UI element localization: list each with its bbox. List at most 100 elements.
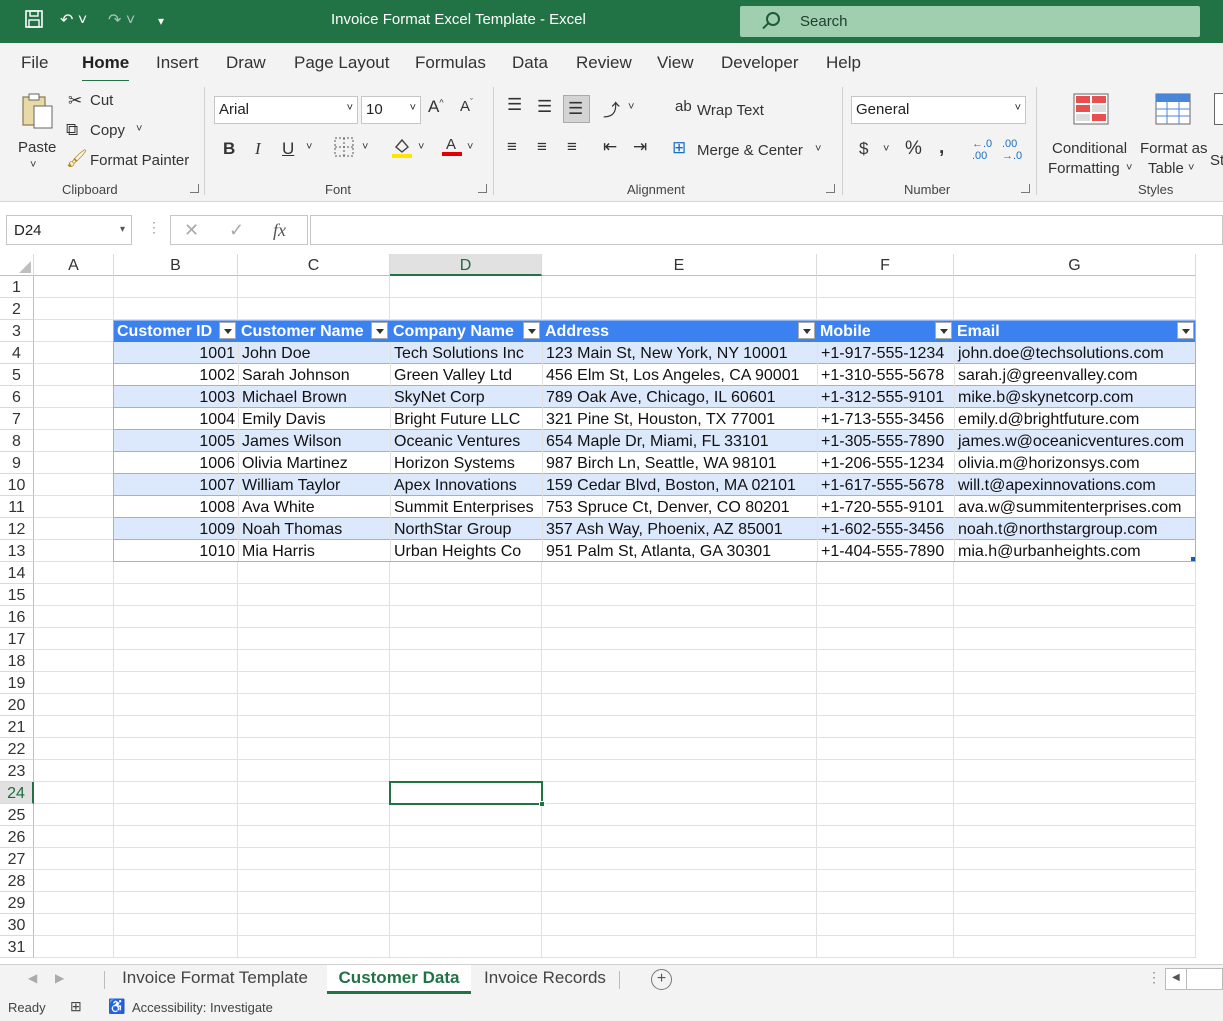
table-cell-address[interactable]: 456 Elm St, Los Angeles, CA 90001 bbox=[542, 364, 817, 386]
table-header-customer-id[interactable]: Customer ID bbox=[114, 320, 238, 342]
underline-dropdown-icon[interactable]: ˅ bbox=[306, 141, 312, 153]
font-size-dropdown[interactable]: 10 ˅ bbox=[361, 96, 421, 124]
row-header-20[interactable]: 20 bbox=[0, 694, 34, 716]
table-cell-address[interactable]: 159 Cedar Blvd, Boston, MA 02101 bbox=[542, 474, 817, 496]
table-cell-customer-name[interactable]: Mia Harris bbox=[238, 540, 390, 562]
table-cell-customer-name[interactable]: Emily Davis bbox=[238, 408, 390, 430]
save-icon[interactable] bbox=[24, 9, 44, 34]
row-header-28[interactable]: 28 bbox=[0, 870, 34, 892]
copy-dropdown-icon[interactable]: ˅ bbox=[136, 123, 142, 135]
column-header-a[interactable]: A bbox=[34, 254, 114, 276]
format-painter-button[interactable]: Format Painter bbox=[90, 152, 189, 169]
comma-style-icon[interactable]: , bbox=[939, 137, 944, 159]
row-header-13[interactable]: 13 bbox=[0, 540, 34, 562]
row-header-12[interactable]: 12 bbox=[0, 518, 34, 540]
name-box[interactable]: D24 ▾ bbox=[6, 215, 132, 245]
increase-decimal-icon[interactable]: ←.0.00 bbox=[972, 138, 992, 162]
redo-icon[interactable]: ↷ ˅ bbox=[108, 10, 135, 30]
table-cell-company-name[interactable]: Oceanic Ventures bbox=[390, 430, 542, 452]
orientation-icon[interactable]: ⤴ bbox=[603, 96, 620, 121]
table-resize-handle[interactable] bbox=[1191, 557, 1195, 561]
underline-icon[interactable]: U bbox=[282, 139, 294, 159]
table-cell-mobile[interactable]: +1-602-555-3456 bbox=[817, 518, 954, 540]
table-cell-customer-id[interactable]: 1008 bbox=[114, 496, 238, 518]
currency-dropdown-icon[interactable]: ˅ bbox=[883, 143, 889, 155]
decrease-decimal-icon[interactable]: .00 →.0 bbox=[1002, 138, 1022, 162]
row-header-24[interactable]: 24 bbox=[0, 782, 34, 804]
fill-color-dropdown-icon[interactable]: ˅ bbox=[418, 141, 424, 153]
increase-font-size-icon[interactable]: A^ bbox=[428, 97, 444, 117]
table-cell-email[interactable]: ava.w@summitenterprises.com bbox=[954, 496, 1196, 518]
row-header-7[interactable]: 7 bbox=[0, 408, 34, 430]
currency-icon[interactable]: $ bbox=[859, 139, 868, 159]
row-header-11[interactable]: 11 bbox=[0, 496, 34, 518]
row-header-25[interactable]: 25 bbox=[0, 804, 34, 826]
font-color-icon[interactable]: A bbox=[442, 135, 462, 162]
table-cell-company-name[interactable]: Apex Innovations bbox=[390, 474, 542, 496]
copy-button[interactable]: Copy bbox=[90, 122, 125, 139]
fill-color-icon[interactable] bbox=[392, 137, 412, 164]
decrease-indent-icon[interactable]: ⇤ bbox=[603, 137, 617, 157]
filter-dropdown-icon[interactable] bbox=[371, 322, 388, 339]
enter-icon[interactable]: ✓ bbox=[229, 220, 244, 241]
scroll-tabs-left-icon[interactable]: ◀ bbox=[28, 971, 37, 985]
merge-dropdown-icon[interactable]: ˅ bbox=[815, 143, 821, 155]
font-name-dropdown[interactable]: Arial ˅ bbox=[214, 96, 358, 124]
table-cell-address[interactable]: 789 Oak Ave, Chicago, IL 60601 bbox=[542, 386, 817, 408]
table-cell-company-name[interactable]: Summit Enterprises bbox=[390, 496, 542, 518]
table-cell-address[interactable]: 951 Palm St, Atlanta, GA 30301 bbox=[542, 540, 817, 562]
table-cell-email[interactable]: noah.t@northstargroup.com bbox=[954, 518, 1196, 540]
table-cell-email[interactable]: emily.d@brightfuture.com bbox=[954, 408, 1196, 430]
row-header-10[interactable]: 10 bbox=[0, 474, 34, 496]
cell-styles-label[interactable]: St bbox=[1210, 152, 1223, 169]
table-cell-mobile[interactable]: +1-404-555-7890 bbox=[817, 540, 954, 562]
insert-function-icon[interactable]: fx bbox=[273, 220, 286, 241]
table-cell-customer-name[interactable]: Ava White bbox=[238, 496, 390, 518]
align-bottom-icon[interactable]: ☰ bbox=[563, 95, 590, 123]
sheet-tab-invoice-format-template[interactable]: Invoice Format Template bbox=[104, 965, 326, 994]
table-cell-address[interactable]: 654 Maple Dr, Miami, FL 33101 bbox=[542, 430, 817, 452]
align-right-icon[interactable]: ≡ bbox=[567, 137, 577, 157]
table-cell-customer-id[interactable]: 1003 bbox=[114, 386, 238, 408]
row-header-15[interactable]: 15 bbox=[0, 584, 34, 606]
table-cell-mobile[interactable]: +1-310-555-5678 bbox=[817, 364, 954, 386]
menu-draw[interactable]: Draw bbox=[226, 53, 266, 73]
add-sheet-icon[interactable]: + bbox=[651, 969, 672, 990]
menu-developer[interactable]: Developer bbox=[721, 53, 799, 73]
table-cell-company-name[interactable]: Urban Heights Co bbox=[390, 540, 542, 562]
table-cell-email[interactable]: james.w@oceanicventures.com bbox=[954, 430, 1196, 452]
table-cell-customer-name[interactable]: Sarah Johnson bbox=[238, 364, 390, 386]
scroll-tabs-right-icon[interactable]: ▶ bbox=[55, 971, 64, 985]
column-header-f[interactable]: F bbox=[817, 254, 954, 276]
row-header-23[interactable]: 23 bbox=[0, 760, 34, 782]
table-cell-company-name[interactable]: Horizon Systems bbox=[390, 452, 542, 474]
number-launcher-icon[interactable] bbox=[1021, 184, 1030, 193]
row-header-4[interactable]: 4 bbox=[0, 342, 34, 364]
borders-icon[interactable] bbox=[334, 137, 354, 162]
row-header-29[interactable]: 29 bbox=[0, 892, 34, 914]
column-header-c[interactable]: C bbox=[238, 254, 390, 276]
column-header-e[interactable]: E bbox=[542, 254, 817, 276]
table-cell-customer-name[interactable]: John Doe bbox=[238, 342, 390, 364]
align-middle-icon[interactable]: ☰ bbox=[537, 97, 552, 117]
customize-toolbar-icon[interactable]: ▾ bbox=[158, 14, 164, 28]
merge-center-button[interactable]: Merge & Center bbox=[697, 142, 803, 159]
filter-dropdown-icon[interactable] bbox=[935, 322, 952, 339]
menu-formulas[interactable]: Formulas bbox=[415, 53, 486, 73]
table-cell-customer-id[interactable]: 1009 bbox=[114, 518, 238, 540]
filter-dropdown-icon[interactable] bbox=[219, 322, 236, 339]
font-color-dropdown-icon[interactable]: ˅ bbox=[467, 141, 473, 153]
table-cell-customer-name[interactable]: Olivia Martinez bbox=[238, 452, 390, 474]
table-cell-email[interactable]: sarah.j@greenvalley.com bbox=[954, 364, 1196, 386]
row-header-6[interactable]: 6 bbox=[0, 386, 34, 408]
decrease-font-size-icon[interactable]: Aˇ bbox=[460, 97, 473, 115]
align-left-icon[interactable]: ≡ bbox=[507, 137, 517, 157]
italic-icon[interactable]: I bbox=[255, 139, 261, 159]
more-options-icon[interactable]: ⋮ bbox=[1147, 969, 1161, 986]
search-box[interactable]: Search bbox=[740, 6, 1200, 37]
table-header-mobile[interactable]: Mobile bbox=[817, 320, 954, 342]
increase-indent-icon[interactable]: ⇥ bbox=[633, 137, 647, 157]
row-header-3[interactable]: 3 bbox=[0, 320, 34, 342]
table-cell-address[interactable]: 321 Pine St, Houston, TX 77001 bbox=[542, 408, 817, 430]
table-cell-customer-id[interactable]: 1006 bbox=[114, 452, 238, 474]
